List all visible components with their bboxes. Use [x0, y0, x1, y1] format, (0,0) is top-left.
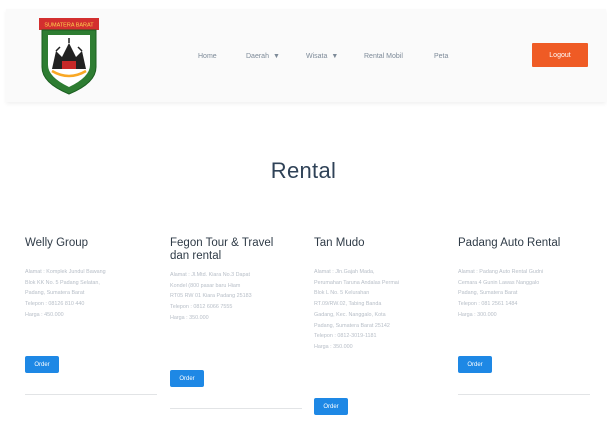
rental-description: Alamat : Jln.Gajah Mada, Perumahan Tarun… [314, 267, 446, 353]
rental-description: Alamat : Jl.Mtd. Kiara No.3 Dapat Kondel… [170, 270, 302, 324]
rental-address: Cemara 4 Gunin Lawas Nanggalo [458, 279, 540, 286]
nav-daerah-label: Daerah [246, 53, 269, 60]
rental-price: Harga : 300.000 [458, 311, 497, 318]
nav-wisata-label: Wisata [306, 53, 328, 60]
rental-address: RT05 RW 01 Kiara Padang 25183 [170, 293, 252, 300]
rental-name: Fegon Tour & Travel dan rental [170, 237, 274, 262]
rental-address: Padang, Sumatera Barat [458, 290, 518, 297]
rental-price: Harga : 350.000 [314, 343, 353, 350]
rental-address: Alamat : Jl.Mtd. Kiara No.3 Dapat [170, 272, 250, 278]
logo-banner-text: SUMATERA BARAT [44, 23, 94, 29]
rental-address: Alamat : Komplek Jundul Bawang [25, 269, 106, 275]
rental-name: Welly Group [25, 237, 89, 249]
navbar: SUMATERA BARAT Home Daerah ▼ Wisata ▼ Re… [6, 9, 606, 102]
rental-price: Harga : 350.000 [170, 314, 209, 321]
rental-card: Padang Auto Rental Alamat : Padang Auto … [458, 237, 590, 321]
nav-item-daerah[interactable]: Daerah ▼ [246, 53, 280, 60]
rental-address: Blok KK No. 5 Padang Selatan, [25, 279, 100, 286]
nav-rental-mobil-link[interactable]: Rental Mobil [364, 53, 403, 60]
rental-card: Tan Mudo Alamat : Jln.Gajah Mada, Peruma… [314, 237, 446, 353]
nav-peta-link[interactable]: Peta [434, 53, 448, 60]
nav-item-peta[interactable]: Peta [434, 53, 448, 60]
rental-phone: Telepon : 081 2561 1484 [458, 301, 518, 308]
rental-card: Welly Group Alamat : Komplek Jundul Bawa… [25, 237, 157, 321]
nav-item-rental-mobil[interactable]: Rental Mobil [364, 53, 403, 60]
rental-address: Alamat : Jln.Gajah Mada, [314, 269, 375, 275]
rental-card: Fegon Tour & Travel dan rental Alamat : … [170, 237, 302, 324]
logout-button[interactable]: Logout [532, 43, 588, 67]
order-button[interactable]: Order [170, 370, 204, 387]
rental-address: Kondel (800 pasar baru Hiam [170, 282, 241, 289]
top-strip [0, 0, 607, 9]
nav-item-wisata[interactable]: Wisata ▼ [306, 53, 338, 60]
nav-item-home[interactable]: Home [198, 53, 217, 60]
card-divider [170, 408, 302, 409]
order-button[interactable]: Order [25, 356, 59, 373]
order-button[interactable]: Order [458, 356, 492, 373]
rental-description: Alamat : Padang Auto Rental Gudni Cemara… [458, 267, 590, 321]
card-divider [25, 394, 157, 395]
rental-address: Padang, Sumatera Barat [25, 290, 85, 297]
rental-name: Padang Auto Rental [458, 237, 561, 249]
card-divider [458, 394, 590, 395]
west-sumatra-crest-icon: SUMATERA BARAT [39, 18, 99, 95]
page-title: Rental [270, 158, 337, 183]
order-button[interactable]: Order [314, 398, 348, 415]
rental-price: Harga : 450.000 [25, 311, 64, 318]
rental-address: Blok L No. 5 Kelurahan [314, 290, 370, 297]
rental-phone: Telepon : 0812 6066 7555 [170, 304, 233, 311]
rental-address: Gadang, Kec. Nanggalo, Kota [314, 311, 386, 318]
nav-home-link[interactable]: Home [198, 53, 217, 60]
logo[interactable]: SUMATERA BARAT [38, 17, 100, 95]
rental-address: Alamat : Padang Auto Rental Gudni [458, 269, 544, 275]
caret-down-icon: ▼ [331, 53, 339, 60]
rental-description: Alamat : Komplek Jundul Bawang Blok KK N… [25, 267, 157, 321]
rental-name: Tan Mudo [314, 237, 365, 249]
rental-address: RT.09/RW.02, Tabing Banda [314, 301, 382, 308]
rental-address: Padang, Sumatera Barat 25142 [314, 322, 390, 329]
caret-down-icon: ▼ [272, 53, 280, 60]
rental-phone: Telepon : 0812-3019-1181 [314, 333, 377, 340]
rental-phone: Telepon : 08126 810 440 [25, 301, 85, 308]
rental-address: Perumahan Taruna Andalas Permai [314, 279, 400, 286]
